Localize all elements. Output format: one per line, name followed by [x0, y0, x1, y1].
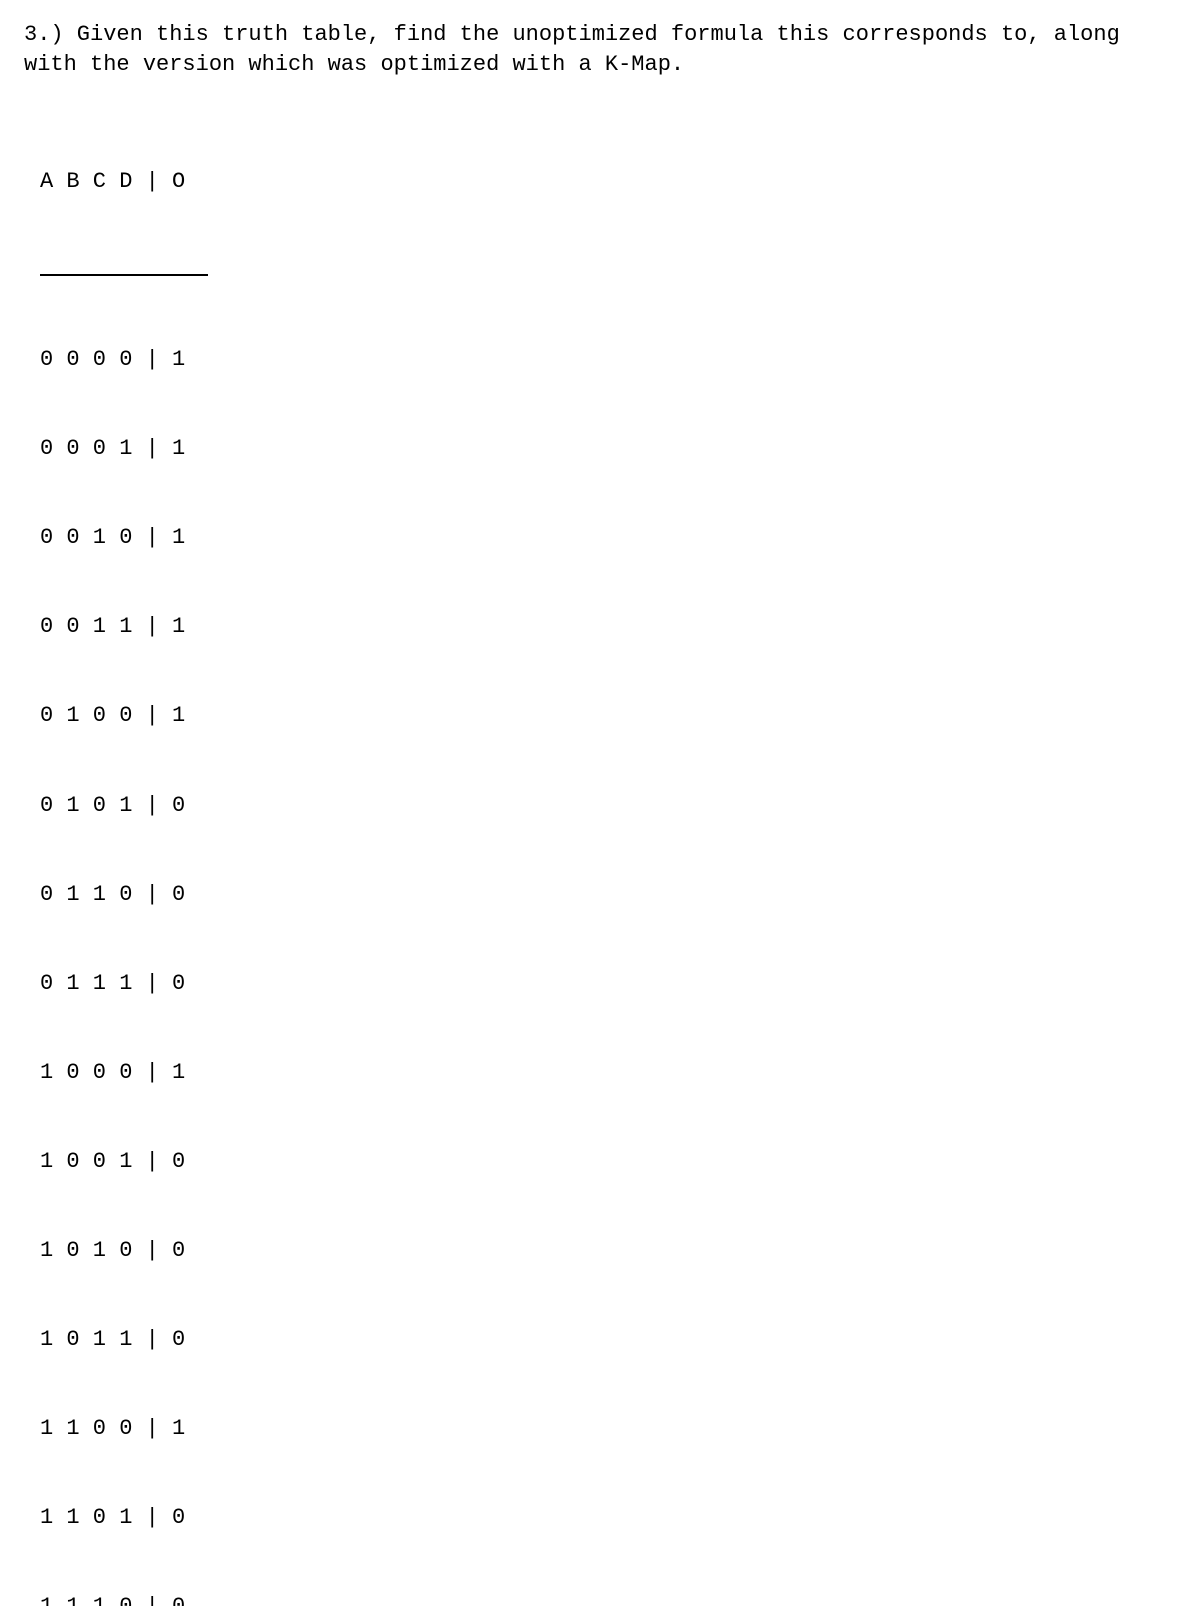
table-row: 0 1 0 1 | 0 [40, 791, 1176, 821]
table-row: 0 1 1 1 | 0 [40, 969, 1176, 999]
table-row: 1 0 0 0 | 1 [40, 1058, 1176, 1088]
table-row: 0 0 0 0 | 1 [40, 345, 1176, 375]
table-row: 1 0 1 0 | 0 [40, 1236, 1176, 1266]
table-row: 1 1 0 1 | 0 [40, 1503, 1176, 1533]
table-row: 1 1 1 0 | 0 [40, 1592, 1176, 1606]
table-row: 0 0 1 1 | 1 [40, 612, 1176, 642]
table-header: A B C D | O [40, 167, 1176, 201]
table-row: 0 0 1 0 | 1 [40, 523, 1176, 553]
table-row: 1 0 0 1 | 0 [40, 1147, 1176, 1177]
table-row: 0 1 1 0 | 0 [40, 880, 1176, 910]
table-row: 1 1 0 0 | 1 [40, 1414, 1176, 1444]
table-row: 0 0 0 1 | 1 [40, 434, 1176, 464]
truth-table: A B C D | O 0 0 0 0 | 1 0 0 0 1 | 1 0 0 … [40, 107, 1176, 1606]
question-prompt: 3.) Given this truth table, find the uno… [24, 20, 1176, 79]
table-row: 0 1 0 0 | 1 [40, 701, 1176, 731]
table-row: 1 0 1 1 | 0 [40, 1325, 1176, 1355]
table-rule [40, 274, 208, 276]
